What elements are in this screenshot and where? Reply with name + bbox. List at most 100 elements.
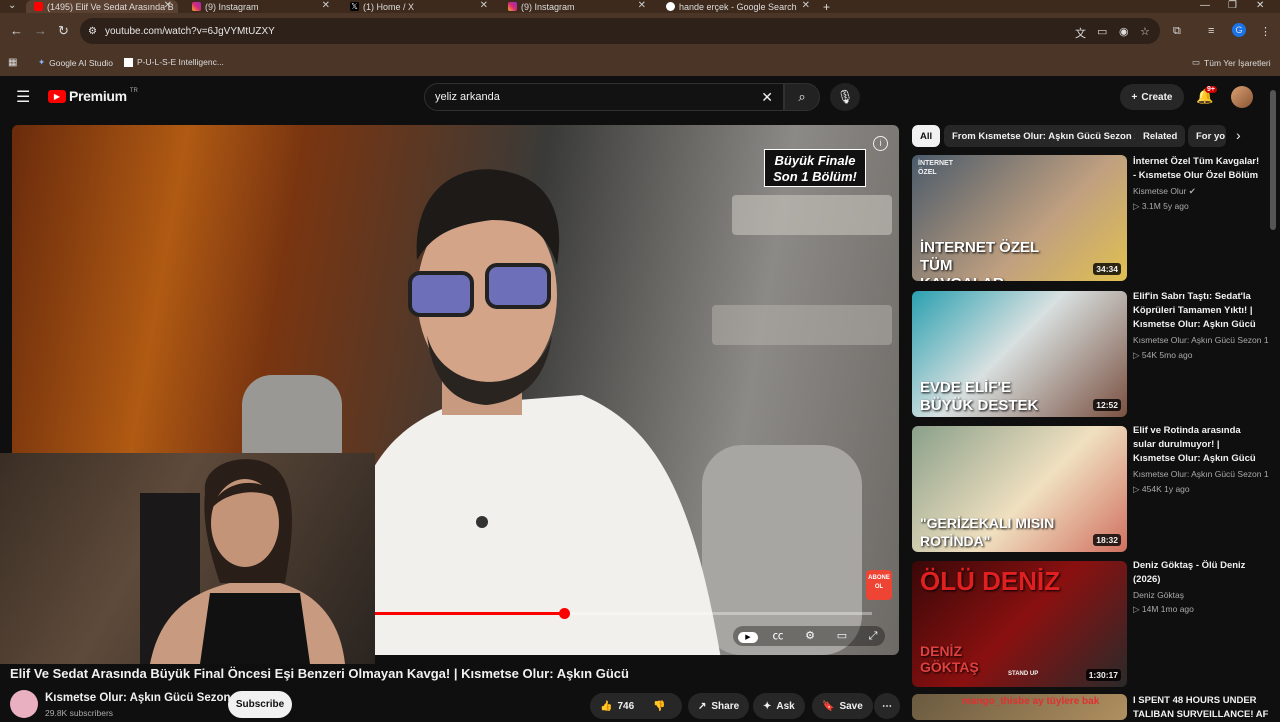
plus-icon: +: [1131, 91, 1138, 103]
close-window-icon[interactable]: ✕: [1256, 0, 1264, 11]
chevron-right-icon[interactable]: ›: [1236, 127, 1241, 143]
recommendation-thumbnail[interactable]: EVDE ELİF'E BÜYÜK DESTEK 12:52: [912, 291, 1127, 417]
recommendation-thumbnail[interactable]: "GERİZEKALI MISIN ROTİNDA" 18:32: [912, 426, 1127, 552]
close-tab-icon[interactable]: ✕: [322, 0, 330, 11]
extensions-icon[interactable]: ⧉: [1173, 25, 1181, 38]
save-button[interactable]: 🔖 Save: [812, 693, 873, 719]
share-icon: ↗: [698, 700, 707, 712]
chip-for-you[interactable]: For yo: [1188, 125, 1226, 147]
bookmark-star-icon[interactable]: ☆: [1140, 25, 1150, 38]
channel-name[interactable]: Kısmetse Olur: Aşkın Gücü Sezon 1: [45, 692, 240, 704]
bookmarks-bar: ▦ ✦ Google AI Studio P-U-L-S-E Intellige…: [0, 49, 1280, 76]
tracking-icon[interactable]: ◉: [1119, 25, 1129, 38]
forward-icon[interactable]: →: [34, 23, 47, 38]
maximize-icon[interactable]: ❐: [1228, 0, 1237, 11]
ask-button[interactable]: ✦ Ask: [753, 693, 805, 719]
like-count[interactable]: 746: [617, 701, 634, 712]
miniplayer-icon[interactable]: ▭: [831, 627, 853, 645]
browser-tab-google[interactable]: hande erçek - Google Search ✕: [658, 0, 816, 13]
recommendation-channel[interactable]: Kısmetse Olur: Aşkın Gücü Sezon 1: [1133, 335, 1269, 345]
recommendation-title[interactable]: I SPENT 48 HOURS UNDER TALIBAN SURVEILLA…: [1133, 694, 1275, 722]
more-actions-button[interactable]: ⋯: [874, 693, 900, 719]
recommendation-title[interactable]: Elif ve Rotinda arasında sular durulmuyo…: [1133, 424, 1263, 466]
thumbs-down-icon[interactable]: 👎: [653, 701, 665, 712]
subscribe-button[interactable]: Subscribe: [228, 691, 292, 718]
tab-search-icon[interactable]: ⌄: [8, 0, 16, 11]
recommendation-thumbnail[interactable]: ÖLÜ DENİZ DENİZ GÖKTAŞ STAND UP 1:30:17: [912, 561, 1127, 687]
minimize-icon[interactable]: —: [1200, 0, 1210, 11]
recommendation-channel[interactable]: Kismetse Olur ✔: [1133, 186, 1196, 197]
thumbnail-overlay-text: ÖLÜ DENİZ: [920, 566, 1061, 596]
account-avatar[interactable]: [1231, 86, 1253, 108]
chip-all[interactable]: All: [912, 125, 941, 147]
youtube-logo[interactable]: ▶ Premium TR: [48, 88, 138, 104]
close-tab-icon[interactable]: ✕: [164, 0, 172, 11]
recommendation-thumbnail[interactable]: İNTERNET ÖZEL İNTERNET ÖZEL TÜM KAVGALAR…: [912, 155, 1127, 281]
menu-dots-icon[interactable]: ⋮: [1260, 25, 1271, 38]
recommendation-thumbnail[interactable]: mango_thisbe ay tüylere bak: [912, 694, 1127, 720]
voice-search-button[interactable]: 🎙: [830, 83, 860, 111]
recommendation-meta: ▷ 3.1M 5y ago: [1133, 201, 1189, 211]
progress-bar[interactable]: [375, 608, 872, 619]
youtube-icon: [34, 2, 43, 11]
close-tab-icon[interactable]: ✕: [480, 0, 488, 11]
reload-icon[interactable]: ↻: [58, 23, 69, 39]
duration-badge: 12:52: [1093, 399, 1121, 411]
bookmark-pulse[interactable]: P-U-L-S-E Intelligenc...: [124, 57, 224, 67]
clear-search-icon[interactable]: ✕: [761, 89, 773, 106]
tab-title: (9) Instagram: [521, 1, 575, 12]
hamburger-menu-icon[interactable]: ☰: [16, 87, 30, 107]
search-button[interactable]: ⌕: [784, 83, 820, 111]
media-control-icon[interactable]: ≡: [1208, 25, 1214, 37]
recommendation-channel[interactable]: Deniz Göktaş: [1133, 590, 1184, 600]
x-icon: 𝕏: [350, 2, 359, 11]
translate-icon[interactable]: 文: [1075, 25, 1086, 41]
fullscreen-icon[interactable]: ⤢: [862, 627, 884, 645]
url-bar[interactable]: ⚙ youtube.com/watch?v=6JgVYMtUZXY: [80, 18, 1160, 44]
recommendation-title[interactable]: Elif'in Sabrı Taştı: Sedat'la Köprüleri …: [1133, 290, 1263, 332]
captions-icon[interactable]: ㏄: [767, 627, 789, 645]
apps-grid-icon[interactable]: ▦: [8, 57, 17, 68]
more-dots-icon: ⋯: [882, 700, 892, 712]
profile-avatar[interactable]: G: [1232, 23, 1246, 37]
settings-gear-icon[interactable]: ⚙: [799, 627, 821, 645]
recommendation-title[interactable]: Deniz Göktaş - Ölü Deniz (2026): [1133, 559, 1263, 587]
browser-tab-instagram-2[interactable]: (9) Instagram ✕: [500, 0, 652, 13]
verified-icon: ✔: [1188, 186, 1196, 196]
chip-from-channel[interactable]: From Kısmetse Olur: Aşkın Gücü Sezon 1: [944, 125, 1148, 147]
all-bookmarks[interactable]: ▭ Tüm Yer İşaretleri: [1192, 57, 1271, 68]
page-scrollbar[interactable]: [1270, 90, 1276, 230]
back-icon[interactable]: ←: [10, 23, 23, 38]
duration-badge: 18:32: [1093, 534, 1121, 546]
share-button[interactable]: ↗ Share: [688, 693, 750, 719]
browser-tab-youtube[interactable]: (1495) Elif Ve Sedat Arasında B ✕: [26, 0, 178, 13]
notification-count: 9+: [1205, 86, 1217, 93]
chip-related[interactable]: Related: [1135, 125, 1186, 147]
cast-icon[interactable]: ▭: [1097, 25, 1107, 38]
autoplay-icon: ▶: [738, 632, 758, 643]
close-tab-icon[interactable]: ✕: [802, 0, 810, 11]
like-dislike-group: 👍 746 👎: [590, 693, 682, 719]
create-button[interactable]: + Create: [1120, 84, 1184, 110]
info-icon[interactable]: i: [873, 136, 888, 151]
close-tab-icon[interactable]: ✕: [638, 0, 646, 11]
url-text: youtube.com/watch?v=6JgVYMtUZXY: [105, 25, 275, 37]
thumbnail-overlay-text: "GERİZEKALI MISIN ROTİNDA": [920, 515, 1055, 549]
autoplay-toggle[interactable]: ▶: [737, 627, 759, 645]
thumbs-up-icon[interactable]: 👍: [600, 701, 612, 712]
scrubber-handle[interactable]: [558, 608, 570, 619]
browser-tab-instagram[interactable]: (9) Instagram ✕: [184, 0, 336, 13]
search-input[interactable]: yeliz arkanda ✕: [424, 83, 784, 111]
thumbnail-overlay-text: mango_thisbe ay tüylere bak: [962, 696, 1100, 707]
duration-badge: 1:30:17: [1085, 669, 1121, 681]
recommendation-channel[interactable]: Kısmetse Olur: Aşkın Gücü Sezon 1: [1133, 469, 1269, 479]
site-info-icon[interactable]: ⚙: [88, 26, 97, 37]
bookmark-google-ai-studio[interactable]: ✦ Google AI Studio: [38, 57, 113, 68]
channel-avatar[interactable]: [10, 690, 38, 718]
tab-title: (9) Instagram: [205, 1, 259, 12]
subscribe-watermark[interactable]: ABONE OL: [866, 570, 892, 600]
tab-title: (1495) Elif Ve Sedat Arasında B: [47, 1, 174, 12]
new-tab-button[interactable]: +: [823, 0, 830, 14]
browser-tab-x[interactable]: 𝕏 (1) Home / X ✕: [342, 0, 494, 13]
recommendation-title[interactable]: İnternet Özel Tüm Kavgalar! - Kısmetse O…: [1133, 155, 1263, 183]
